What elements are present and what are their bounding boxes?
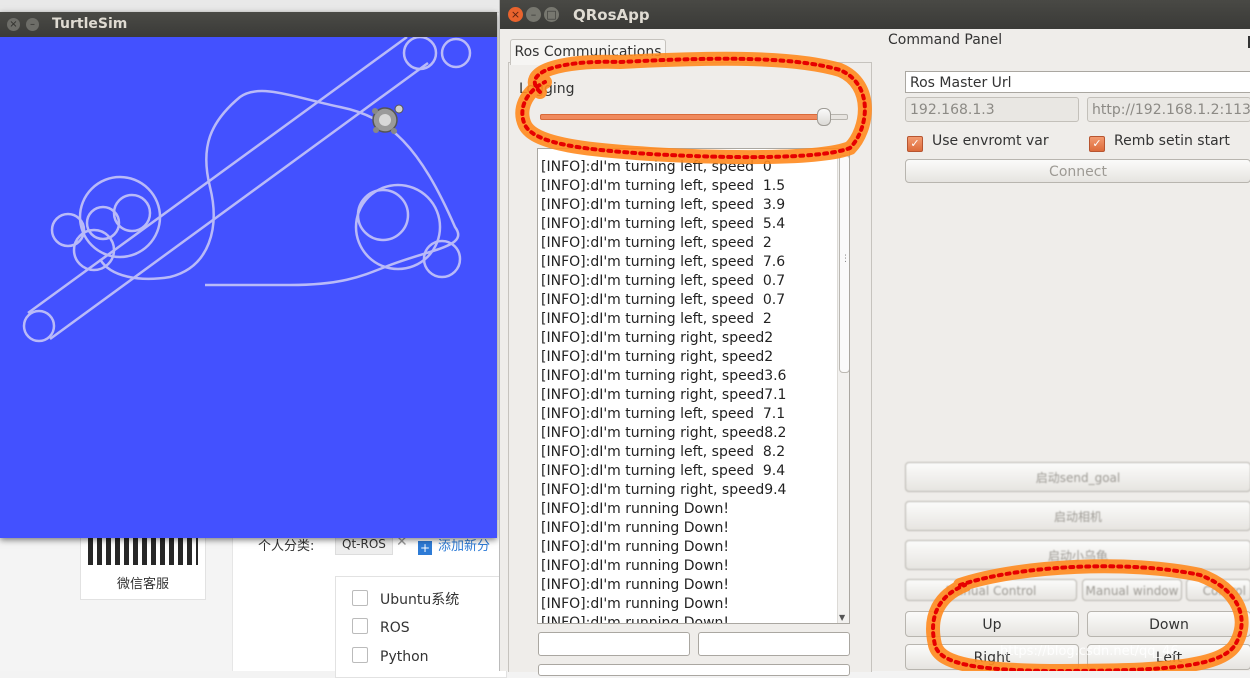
log-line: [INFO]:dI'm turning left, speed 3.9 xyxy=(541,197,786,213)
maximize-icon[interactable]: □ xyxy=(544,7,559,22)
checkbox-icon[interactable] xyxy=(352,647,368,663)
qrosapp-titlebar[interactable]: × – □ QRosApp xyxy=(500,0,1250,29)
start-camera-button[interactable]: 启动相机 xyxy=(905,501,1250,531)
log-line: [INFO]:dI'm running Down! xyxy=(541,577,730,593)
topic-input-2[interactable] xyxy=(698,632,850,656)
log-list[interactable]: [INFO]:dI'm turning left, speed 0 [INFO]:… xyxy=(537,148,850,624)
connect-button[interactable]: Connect xyxy=(905,159,1250,183)
log-line: [INFO]:dI'm turning right, speed8.2 xyxy=(541,425,787,441)
ros-master-url-group: Ros Master Url xyxy=(905,71,1250,93)
use-env-checkbox[interactable]: ✓ Use envromt var xyxy=(907,133,1049,152)
category-list: Ubuntu系统 ROS Python xyxy=(335,576,507,678)
qr-code-label: 微信客服 xyxy=(116,577,169,592)
slider-fill xyxy=(540,114,827,120)
qr-code-card: 微信客服 xyxy=(80,528,206,600)
log-line: [INFO]:dI'm turning left, speed 2 xyxy=(541,235,772,251)
remember-settings-checkbox[interactable]: ✓ Remb setin start xyxy=(1089,133,1230,152)
minimize-icon[interactable]: – xyxy=(26,18,39,31)
close-icon[interactable]: × xyxy=(508,7,523,22)
slider-handle[interactable] xyxy=(817,108,831,126)
log-line: [INFO]:dI'm turning left, speed 7.1 xyxy=(541,406,786,422)
turtle-icon xyxy=(372,104,404,134)
log-line: [INFO]:dI'm turning left, speed 1.5 xyxy=(541,178,786,194)
master-url-input[interactable]: http://192.168.1.2:11311/ xyxy=(1087,97,1250,122)
close-icon[interactable]: × xyxy=(7,18,20,31)
manual-control-button[interactable]: Manual Control xyxy=(905,579,1077,601)
scroll-down-icon[interactable]: ▼ xyxy=(839,613,845,622)
log-line: [INFO]:dI'm turning right, speed3.6 xyxy=(541,368,787,384)
start-turtle-button[interactable]: 启动小乌龟 xyxy=(905,540,1250,570)
log-line: [INFO]:dI'm turning left, speed 8.2 xyxy=(541,444,786,460)
topic-input-3[interactable] xyxy=(538,664,850,676)
turtlesim-canvas xyxy=(22,37,472,343)
tab-ros-communications[interactable]: Ros Communications xyxy=(510,39,666,65)
turtle-path xyxy=(22,37,472,343)
scrollbar-thumb[interactable] xyxy=(839,155,849,373)
up-button[interactable]: Up xyxy=(905,611,1079,637)
log-line: [INFO]:dI'm turning left, speed 0.7 xyxy=(541,292,786,308)
watermark: https://blog.csdn.net/qq_46 xyxy=(1000,644,1179,659)
log-scrollbar[interactable]: ▼ xyxy=(837,149,849,623)
log-line: [INFO]:dI'm running Down! xyxy=(541,539,730,555)
minimize-icon[interactable]: – xyxy=(526,7,541,22)
master-ip-input[interactable]: 192.168.1.3 xyxy=(905,97,1079,122)
logging-label: Logging xyxy=(519,81,575,97)
command-panel-title: Command Panel xyxy=(888,32,1003,48)
log-line: [INFO]:dI'm turning right, speed7.1 xyxy=(541,387,787,403)
log-line: [INFO]:dI'm turning left, speed 2 xyxy=(541,311,772,327)
turtlesim-titlebar[interactable]: × – TurtleSim xyxy=(0,12,497,37)
add-category-link[interactable]: 添加新分 xyxy=(418,535,490,555)
topic-input-1[interactable] xyxy=(538,632,690,656)
qr-code-image xyxy=(88,535,198,565)
log-line: [INFO]:dI'm turning left, speed 7.6 xyxy=(541,254,786,270)
log-line: [INFO]:dI'm turning left, speed 5.4 xyxy=(541,216,786,232)
log-line: [INFO]:dI'm running Down! xyxy=(541,558,730,574)
log-line: [INFO]:dI'm running Down! xyxy=(541,501,730,517)
control-button[interactable]: Control xyxy=(1186,579,1250,601)
start-send-goal-button[interactable]: 启动send_goal xyxy=(905,462,1250,492)
checkbox-checked-icon[interactable]: ✓ xyxy=(907,136,923,152)
window-title: TurtleSim xyxy=(52,16,128,32)
log-lines: [INFO]:dI'm turning left, speed 0 [INFO]:… xyxy=(541,158,837,624)
checkbox-icon[interactable] xyxy=(352,590,368,606)
log-line: [INFO]:dI'm running Down! xyxy=(541,615,730,624)
checkbox-icon[interactable] xyxy=(352,618,368,634)
category-item-ubuntu[interactable]: Ubuntu系统 xyxy=(352,589,459,609)
log-line: [INFO]:dI'm turning left, speed 9.4 xyxy=(541,463,786,479)
category-item-ros[interactable]: ROS xyxy=(352,618,410,636)
log-line: [INFO]:dI'm running Down! xyxy=(541,520,730,536)
log-line: [INFO]:dI'm turning right, speed2 xyxy=(541,349,774,365)
qrosapp-window: × – □ QRosApp Ros Communications Logging… xyxy=(499,0,1250,676)
checkbox-checked-icon[interactable]: ✓ xyxy=(1089,136,1105,152)
down-button[interactable]: Down xyxy=(1087,611,1250,637)
log-line: [INFO]:dI'm turning left, speed 0.7 xyxy=(541,273,786,289)
log-line: [INFO]:dI'm turning left, speed 0 xyxy=(541,159,772,175)
turtlesim-window: × – TurtleSim xyxy=(0,12,497,538)
log-line: [INFO]:dI'm turning right, speed9.4 xyxy=(541,482,787,498)
manual-window-button[interactable]: Manual window xyxy=(1082,579,1182,601)
category-item-python[interactable]: Python xyxy=(352,647,429,665)
window-title: QRosApp xyxy=(573,6,650,24)
log-line: [INFO]:dI'm turning right, speed2 xyxy=(541,330,774,346)
logging-slider[interactable] xyxy=(538,108,850,126)
log-line: [INFO]:dI'm running Down! xyxy=(541,596,730,612)
